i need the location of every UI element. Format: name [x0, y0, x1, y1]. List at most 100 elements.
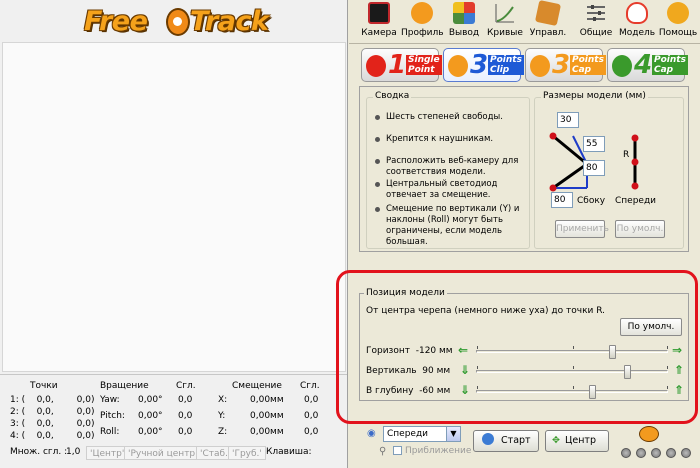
led-indicator-3	[651, 448, 661, 458]
toolbar: Камера Профиль Вывод Кривые Управл. Общи…	[349, 0, 700, 44]
control-icon	[534, 0, 562, 27]
z-value: 0,00мм	[250, 427, 284, 437]
hotkey-label: Клавиша:	[266, 447, 312, 457]
toolbar-output-button[interactable]: Вывод	[445, 2, 483, 42]
head-icon	[530, 55, 550, 77]
roll-label: Roll:	[100, 427, 120, 437]
status-center: 'Центр'	[86, 446, 129, 460]
point-4: 4: ( 0,0, 0,0)	[10, 431, 95, 441]
bullet-4: Центральный светодиод отвечает за смещен…	[375, 179, 533, 201]
dimensions-group: Размеры модели (мм) 30 55 80 80 R Сбоку …	[534, 91, 684, 249]
dimensions-default-button[interactable]: По умолч.	[615, 220, 665, 238]
z-label: Z:	[218, 427, 228, 437]
tab-3-points-cap[interactable]: 3 Points Cap	[525, 48, 606, 82]
side-view-label: Сбоку	[577, 196, 606, 206]
camera-icon	[368, 2, 390, 24]
y-value: 0,00мм	[250, 411, 284, 421]
header-rotation: Вращение	[100, 381, 149, 391]
pitch-label: Pitch:	[100, 411, 125, 421]
chevron-down-icon: ▼	[446, 427, 460, 441]
x-smooth: 0,0	[304, 395, 319, 405]
bottom-controls: ◉ Спереди ▼ ⚲ Приближение Старт ✥ Центр	[349, 424, 700, 468]
tab-3-points-clip[interactable]: 3 Points Clip	[443, 48, 524, 82]
dim-30-input[interactable]: 30	[557, 112, 579, 128]
logo-text-free: Free	[84, 6, 148, 37]
general-icon	[587, 5, 605, 21]
led-indicator-2	[636, 448, 646, 458]
y-label: Y:	[218, 411, 226, 421]
toolbar-general-button[interactable]: Общие	[577, 2, 615, 42]
status-bar: Множ. сгл. : 1,0 'Центр' 'Ручной центр' …	[2, 446, 346, 461]
status-coarse: 'Груб.'	[228, 446, 266, 460]
profile-icon	[411, 2, 433, 24]
help-icon	[667, 2, 689, 24]
toolbar-model-button[interactable]: Модель	[617, 2, 657, 42]
bullet-2: Крепится к наушникам.	[375, 134, 533, 145]
curves-icon	[495, 4, 514, 23]
front-view-label: Спереди	[615, 196, 657, 206]
point-1: 1: ( 0,0, 0,0)	[10, 395, 95, 405]
model-panel: Сводка Шесть степеней свободы. Крепится …	[359, 86, 689, 252]
toolbar-control-button[interactable]: Управл.	[527, 0, 569, 42]
freetrack-mini-logo-icon	[639, 426, 659, 442]
tab-4-points-cap[interactable]: 4 Points Cap	[607, 48, 688, 82]
toolbar-profile-button[interactable]: Профиль	[401, 2, 444, 42]
model-type-tabs: 1 Single Point 3 Points Clip 3 Points Cap 4…	[357, 48, 693, 84]
eye-icon: ◉	[367, 428, 376, 439]
output-icon	[453, 2, 475, 24]
x-label: X:	[218, 395, 228, 405]
smooth-mult-label: Множ. сгл. :	[10, 447, 68, 457]
play-icon	[482, 433, 494, 445]
center-button[interactable]: ✥ Центр	[545, 430, 609, 452]
point-2: 2: ( 0,0, 0,0)	[10, 407, 95, 417]
zoom-label: Приближение	[405, 446, 472, 456]
highlight-annotation	[336, 270, 698, 424]
zoom-checkbox[interactable]	[393, 446, 402, 455]
yaw-smooth: 0,0	[178, 395, 193, 405]
led-indicator-5	[681, 448, 691, 458]
left-pane: Free Track Точки Вращение Сгл. Смещение …	[0, 0, 348, 468]
view-select[interactable]: Спереди ▼	[383, 426, 461, 442]
magnifier-icon: ⚲	[379, 446, 387, 457]
dim-80-input[interactable]: 80	[583, 160, 605, 176]
point-3: 3: ( 0,0, 0,0)	[10, 419, 95, 429]
header-shift: Смещение	[232, 381, 282, 391]
model-icon	[626, 2, 648, 24]
freetrack-logo: Free Track	[84, 6, 269, 40]
z-smooth: 0,0	[304, 427, 319, 437]
bullet-3: Расположить веб-камеру для соответствия …	[375, 156, 533, 178]
header-smooth-rot: Сгл.	[176, 381, 196, 391]
apply-button[interactable]: Применить	[555, 220, 609, 238]
camera-viewport[interactable]	[2, 42, 346, 372]
center-arrows-icon: ✥	[552, 435, 560, 446]
toolbar-help-button[interactable]: Помощь	[657, 2, 699, 42]
status-manual-center: 'Ручной центр'	[124, 446, 202, 460]
bullet-1: Шесть степеней свободы.	[375, 112, 533, 123]
smooth-mult-value: 1,0	[66, 447, 81, 457]
head-icon	[612, 55, 632, 77]
led-indicator-1	[621, 448, 631, 458]
roll-value: 0,00°	[138, 427, 163, 437]
summary-title: Сводка	[373, 91, 412, 101]
header-smooth-shift: Сгл.	[300, 381, 320, 391]
y-smooth: 0,0	[304, 411, 319, 421]
roll-smooth: 0,0	[178, 427, 193, 437]
head-icon	[448, 55, 468, 77]
pitch-smooth: 0,0	[178, 411, 193, 421]
r-point-label: R	[623, 150, 630, 160]
logo-text-track: Track	[190, 6, 269, 37]
dim-55-input[interactable]: 55	[583, 136, 605, 152]
yaw-label: Yaw:	[100, 395, 120, 405]
start-button[interactable]: Старт	[473, 430, 539, 452]
yaw-value: 0,00°	[138, 395, 163, 405]
toolbar-camera-button[interactable]: Камера	[359, 2, 399, 42]
bullet-5: Смещение по вертикали (Y) и наклоны (Rol…	[375, 204, 533, 246]
dim-80-bottom-input[interactable]: 80	[551, 192, 573, 208]
logo-head-icon	[166, 8, 190, 36]
toolbar-curves-button[interactable]: Кривые	[485, 2, 525, 42]
led-indicator-4	[666, 448, 676, 458]
pitch-value: 0,00°	[138, 411, 163, 421]
tab-single-point[interactable]: 1 Single Point	[361, 48, 442, 82]
head-icon	[366, 55, 386, 77]
header-points: Точки	[30, 381, 58, 391]
